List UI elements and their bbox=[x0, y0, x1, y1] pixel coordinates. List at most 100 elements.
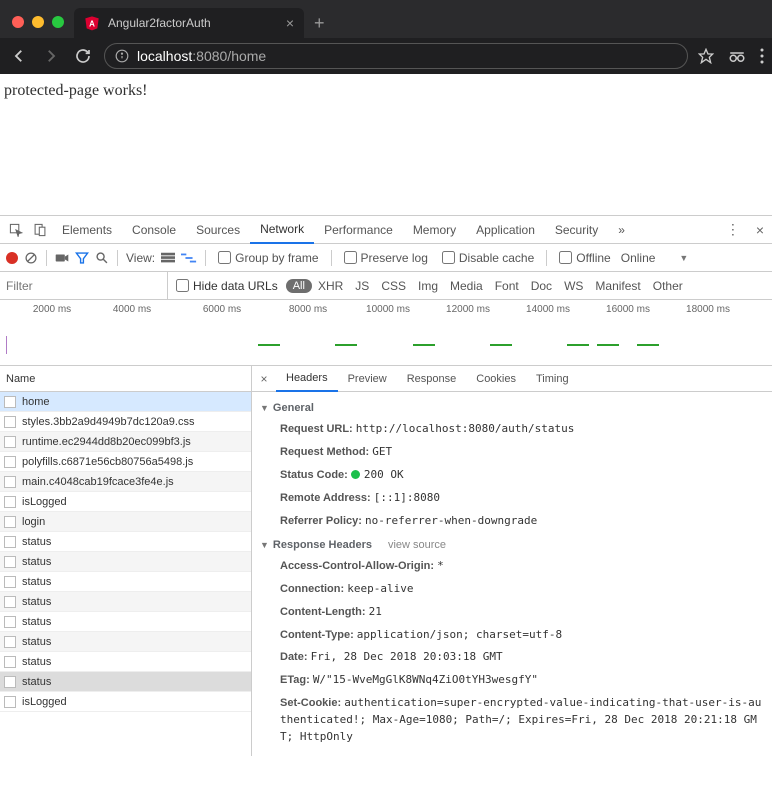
network-body: Name home styles.3bb2a9d4949b7dc120a9.css… bbox=[0, 366, 772, 756]
request-row[interactable]: status bbox=[0, 552, 251, 572]
tab-network[interactable]: Network bbox=[250, 216, 314, 244]
label-remote-address: Remote Address: bbox=[280, 492, 371, 504]
file-icon bbox=[4, 456, 16, 468]
timeline[interactable]: 2000 ms 4000 ms 6000 ms 8000 ms 10000 ms… bbox=[0, 300, 772, 366]
devtools-close-icon[interactable]: × bbox=[748, 222, 772, 238]
network-toolbar: View: Group by frame Preserve log Disabl… bbox=[0, 244, 772, 272]
view-source-link[interactable]: view source bbox=[388, 539, 446, 551]
request-row[interactable]: status bbox=[0, 532, 251, 552]
window-close-button[interactable] bbox=[12, 16, 24, 28]
request-row[interactable]: home bbox=[0, 392, 251, 412]
reload-button[interactable] bbox=[72, 45, 94, 67]
filter-other[interactable]: Other bbox=[647, 279, 689, 293]
window-minimize-button[interactable] bbox=[32, 16, 44, 28]
devtools-menu-icon[interactable]: ⋮ bbox=[718, 221, 748, 238]
filter-icon[interactable] bbox=[75, 251, 89, 265]
timeline-tick: 14000 ms bbox=[526, 304, 570, 315]
back-button[interactable] bbox=[8, 45, 30, 67]
tab-console[interactable]: Console bbox=[122, 216, 186, 244]
request-name: status bbox=[22, 576, 51, 588]
tab-overflow[interactable]: » bbox=[608, 216, 635, 244]
request-row[interactable]: polyfills.c6871e56cb80756a5498.js bbox=[0, 452, 251, 472]
tab-sources[interactable]: Sources bbox=[186, 216, 250, 244]
search-icon[interactable] bbox=[95, 251, 109, 265]
request-row[interactable]: status bbox=[0, 612, 251, 632]
request-name: home bbox=[22, 396, 50, 408]
group-by-frame-checkbox[interactable]: Group by frame bbox=[214, 251, 322, 265]
new-tab-button[interactable]: + bbox=[304, 13, 335, 38]
tab-performance[interactable]: Performance bbox=[314, 216, 403, 244]
label-connection: Connection: bbox=[280, 583, 344, 595]
detail-tab-timing[interactable]: Timing bbox=[526, 366, 579, 392]
filter-css[interactable]: CSS bbox=[375, 279, 412, 293]
record-button[interactable] bbox=[6, 252, 18, 264]
inspect-icon[interactable] bbox=[4, 218, 28, 242]
url-field[interactable]: localhost:8080/home bbox=[104, 43, 688, 69]
address-bar: localhost:8080/home bbox=[0, 38, 772, 74]
column-header-name[interactable]: Name bbox=[0, 366, 251, 392]
filter-media[interactable]: Media bbox=[444, 279, 489, 293]
request-row[interactable]: status bbox=[0, 672, 251, 692]
timeline-tick: 4000 ms bbox=[113, 304, 151, 315]
large-rows-icon[interactable] bbox=[161, 252, 175, 264]
filter-input[interactable] bbox=[0, 272, 168, 299]
site-info-icon[interactable] bbox=[115, 49, 129, 63]
camera-icon[interactable] bbox=[55, 252, 69, 264]
filter-all[interactable]: All bbox=[286, 279, 312, 293]
browser-tab[interactable]: A Angular2factorAuth × bbox=[74, 8, 304, 38]
device-icon[interactable] bbox=[28, 218, 52, 242]
filter-img[interactable]: Img bbox=[412, 279, 444, 293]
filter-doc[interactable]: Doc bbox=[525, 279, 558, 293]
star-icon[interactable] bbox=[698, 48, 714, 64]
waterfall-icon[interactable] bbox=[181, 252, 197, 264]
clear-icon[interactable] bbox=[24, 251, 38, 265]
timeline-tick: 16000 ms bbox=[606, 304, 650, 315]
request-row[interactable]: styles.3bb2a9d4949b7dc120a9.css bbox=[0, 412, 251, 432]
tab-memory[interactable]: Memory bbox=[403, 216, 466, 244]
tab-security[interactable]: Security bbox=[545, 216, 608, 244]
timeline-tick: 8000 ms bbox=[289, 304, 327, 315]
disable-cache-checkbox[interactable]: Disable cache bbox=[438, 251, 538, 265]
filter-xhr[interactable]: XHR bbox=[312, 279, 349, 293]
request-name: status bbox=[22, 676, 51, 688]
section-general[interactable]: ▼General bbox=[260, 396, 764, 418]
throttle-dropdown[interactable]: Online▼ bbox=[621, 251, 689, 265]
preserve-log-checkbox[interactable]: Preserve log bbox=[340, 251, 432, 265]
value-status-code: 200 OK bbox=[364, 468, 404, 481]
forward-button[interactable] bbox=[40, 45, 62, 67]
request-row[interactable]: login bbox=[0, 512, 251, 532]
request-row[interactable]: status bbox=[0, 572, 251, 592]
tab-elements[interactable]: Elements bbox=[52, 216, 122, 244]
detail-tab-response[interactable]: Response bbox=[397, 366, 467, 392]
tab-application[interactable]: Application bbox=[466, 216, 545, 244]
hide-data-urls-checkbox[interactable]: Hide data URLs bbox=[168, 279, 286, 293]
detail-tab-preview[interactable]: Preview bbox=[338, 366, 397, 392]
filter-row: Hide data URLs All XHR JS CSS Img Media … bbox=[0, 272, 772, 300]
value-content-length: 21 bbox=[369, 605, 382, 618]
filter-ws[interactable]: WS bbox=[558, 279, 589, 293]
menu-icon[interactable] bbox=[760, 48, 764, 64]
section-response-headers[interactable]: ▼Response Headersview source bbox=[260, 533, 764, 555]
window-maximize-button[interactable] bbox=[52, 16, 64, 28]
detail-tab-headers[interactable]: Headers bbox=[276, 366, 338, 392]
filter-manifest[interactable]: Manifest bbox=[589, 279, 646, 293]
close-tab-icon[interactable]: × bbox=[286, 15, 294, 31]
value-etag: W/"15-WveMgGlK8WNq4ZiO0tYH3wesgfY" bbox=[313, 673, 538, 686]
request-row[interactable]: status bbox=[0, 632, 251, 652]
filter-font[interactable]: Font bbox=[489, 279, 525, 293]
request-row[interactable]: isLogged bbox=[0, 492, 251, 512]
timeline-tick: 6000 ms bbox=[203, 304, 241, 315]
request-row[interactable]: isLogged bbox=[0, 692, 251, 712]
detail-tab-cookies[interactable]: Cookies bbox=[466, 366, 526, 392]
toolbar-right bbox=[698, 48, 764, 64]
page-content: protected-page works! bbox=[0, 74, 772, 215]
request-row[interactable]: runtime.ec2944dd8b20ec099bf3.js bbox=[0, 432, 251, 452]
request-row[interactable]: main.c4048cab19fcace3fe4e.js bbox=[0, 472, 251, 492]
value-referrer-policy: no-referrer-when-downgrade bbox=[365, 514, 537, 527]
request-row[interactable]: status bbox=[0, 652, 251, 672]
request-row[interactable]: status bbox=[0, 592, 251, 612]
filter-js[interactable]: JS bbox=[349, 279, 375, 293]
label-status-code: Status Code: bbox=[280, 469, 348, 481]
close-detail-icon[interactable]: × bbox=[252, 372, 276, 386]
offline-checkbox[interactable]: Offline bbox=[555, 251, 614, 265]
